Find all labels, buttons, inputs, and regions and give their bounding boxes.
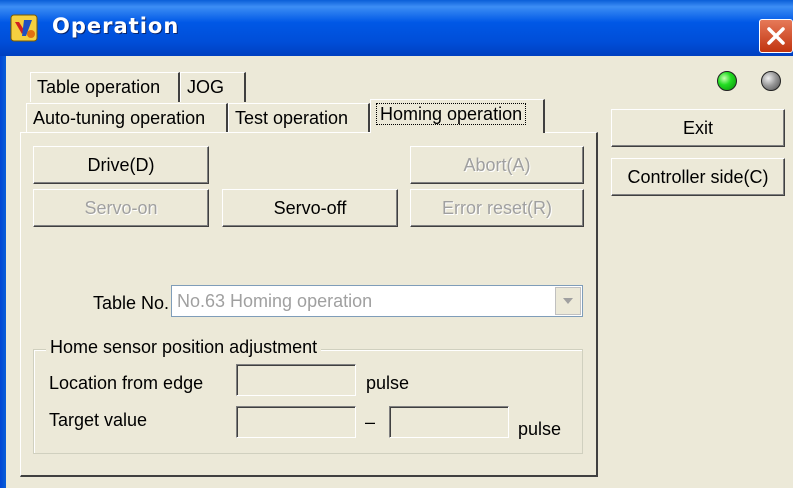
tab-test-operation[interactable]: Test operation [228, 103, 370, 133]
abort-button[interactable]: Abort(A) [410, 146, 584, 184]
location-unit-label: pulse [366, 373, 410, 393]
tab-label: Homing operation [375, 103, 527, 125]
servo-off-button[interactable]: Servo-off [222, 189, 398, 227]
tab-label: Test operation [235, 108, 349, 128]
chevron-down-icon [563, 298, 573, 304]
table-no-label: Table No. [93, 293, 170, 313]
tab-label: Auto-tuning operation [33, 108, 206, 128]
window-frame-left [0, 56, 6, 488]
close-icon [767, 27, 785, 45]
target-min-field[interactable] [236, 406, 356, 438]
target-unit-label: pulse [518, 419, 562, 439]
home-sensor-title: Home sensor position adjustment [46, 337, 322, 358]
table-no-value: No.63 Homing operation [177, 291, 373, 311]
tab-label: JOG [187, 77, 225, 97]
combo-arrow[interactable] [555, 287, 581, 315]
operation-window: Operation Table operation JOG Auto-tunin… [0, 0, 793, 488]
target-separator: – [365, 412, 376, 432]
tab-auto-tuning-operation[interactable]: Auto-tuning operation [26, 103, 228, 133]
table-no-select[interactable]: No.63 Homing operation [171, 285, 583, 317]
exit-button[interactable]: Exit [611, 109, 785, 147]
location-from-edge-field[interactable] [236, 364, 356, 396]
target-value-label: Target value [49, 410, 148, 430]
controller-side-button[interactable]: Controller side(C) [611, 158, 785, 196]
tab-jog[interactable]: JOG [180, 72, 246, 102]
title-bar[interactable]: Operation [0, 0, 793, 56]
window-title: Operation [52, 14, 180, 38]
tab-homing-operation[interactable]: Homing operation [370, 99, 545, 133]
drive-button[interactable]: Drive(D) [33, 146, 209, 184]
target-max-field[interactable] [389, 406, 509, 438]
status-led-gray [761, 71, 781, 91]
close-button[interactable] [759, 19, 793, 53]
servo-on-button[interactable]: Servo-on [33, 189, 209, 227]
tab-table-operation[interactable]: Table operation [30, 72, 180, 102]
app-icon [10, 14, 38, 42]
error-reset-button[interactable]: Error reset(R) [410, 189, 584, 227]
location-from-edge-label: Location from edge [49, 373, 204, 393]
status-led-green [717, 71, 737, 91]
tab-label: Table operation [37, 77, 161, 97]
